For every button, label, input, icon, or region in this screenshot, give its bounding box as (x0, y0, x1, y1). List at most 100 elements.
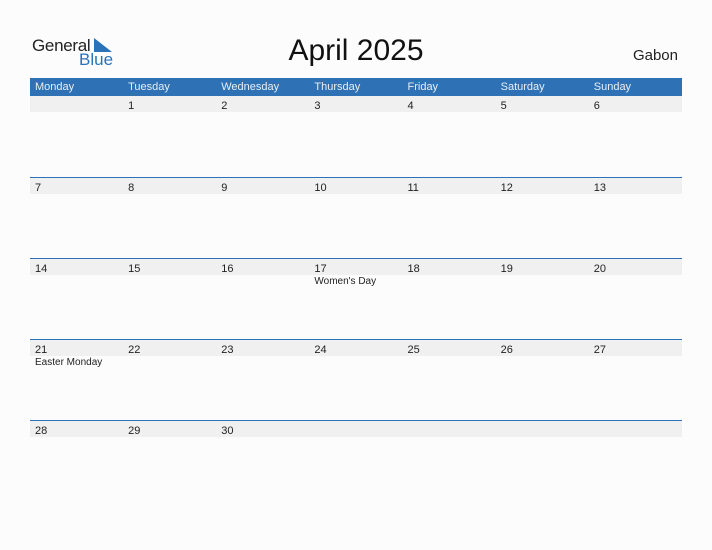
day-cell: 11 (403, 178, 496, 194)
country-label: Gabon (632, 47, 678, 64)
holiday-label (403, 356, 496, 370)
calendar-grid: Monday Tuesday Wednesday Thursday Friday… (30, 78, 682, 501)
day-number: 4 (407, 100, 414, 112)
day-cell: 19 (496, 259, 589, 275)
day-cell: 3 (309, 96, 402, 112)
holiday-label (123, 275, 216, 289)
holiday-label: Easter Monday (35, 357, 103, 368)
holiday-label (216, 356, 309, 370)
day-number: 16 (221, 263, 234, 275)
holiday-label (496, 356, 589, 370)
day-number: 27 (593, 344, 606, 356)
day-number: 23 (221, 344, 234, 356)
day-cell: 29 (123, 421, 216, 437)
day-cell: 9 (216, 178, 309, 194)
holiday-label (30, 275, 123, 289)
day-cell: 14 (30, 259, 123, 275)
day-number: 21 (35, 344, 48, 356)
week-row: 21 22 23 24 25 26 27 Easter Monday (30, 339, 682, 420)
weekday-wednesday: Wednesday (221, 81, 280, 93)
day-cell: 25 (403, 340, 496, 356)
day-number: 10 (314, 182, 327, 194)
day-number: 9 (221, 182, 228, 194)
weekday-header: Monday Tuesday Wednesday Thursday Friday… (30, 78, 682, 96)
day-cell: 27 (589, 340, 682, 356)
holiday-label (216, 275, 309, 289)
day-number: 14 (35, 263, 48, 275)
day-number: 13 (593, 182, 606, 194)
day-number: 8 (128, 182, 135, 194)
date-band: 7 8 9 10 11 12 13 (30, 178, 682, 194)
day-number: 30 (221, 425, 234, 437)
day-cell (589, 421, 682, 437)
day-number: 15 (128, 263, 141, 275)
weekday-friday: Friday (407, 81, 439, 93)
weekday-monday: Monday (35, 81, 75, 93)
day-cell: 16 (216, 259, 309, 275)
holiday-label (309, 356, 402, 370)
day-number: 17 (314, 263, 327, 275)
day-cell: 26 (496, 340, 589, 356)
day-cell: 24 (309, 340, 402, 356)
day-cell: 15 (123, 259, 216, 275)
day-cell: 8 (123, 178, 216, 194)
day-cell: 23 (216, 340, 309, 356)
day-cell: 1 (123, 96, 216, 112)
day-cell: 18 (403, 259, 496, 275)
day-number: 5 (500, 100, 507, 112)
holiday-label (496, 275, 589, 289)
day-number: 22 (128, 344, 141, 356)
day-number: 19 (500, 263, 513, 275)
day-number: 12 (500, 182, 513, 194)
day-cell: 10 (309, 178, 402, 194)
day-cell: 30 (216, 421, 309, 437)
date-band: 21 22 23 24 25 26 27 (30, 340, 682, 356)
page-title: April 2025 (288, 34, 424, 67)
holiday-label (589, 275, 682, 289)
day-cell (30, 96, 123, 112)
day-cell: 5 (496, 96, 589, 112)
day-number: 18 (407, 263, 420, 275)
week-row: 7 8 9 10 11 12 13 (30, 177, 682, 258)
day-number: 1 (128, 100, 135, 112)
holiday-label: Women's Day (314, 276, 377, 287)
day-number: 7 (35, 182, 42, 194)
day-cell: 2 (216, 96, 309, 112)
holiday-label (589, 356, 682, 370)
day-cell: 17 (309, 259, 402, 275)
day-cell: 21 (30, 340, 123, 356)
weekday-sunday: Sunday (593, 81, 632, 93)
day-number: 2 (221, 100, 228, 112)
day-cell: 22 (123, 340, 216, 356)
day-cell: 4 (403, 96, 496, 112)
holiday-label (123, 356, 216, 370)
day-number: 6 (593, 100, 600, 112)
day-number: 20 (593, 263, 606, 275)
holiday-label (403, 275, 496, 289)
date-band: 14 15 16 17 18 19 20 (30, 259, 682, 275)
event-row: Women's Day (30, 275, 682, 289)
day-number: 25 (407, 344, 420, 356)
day-cell (309, 421, 402, 437)
day-number: 11 (407, 182, 419, 194)
date-band: 28 29 30 (30, 421, 682, 437)
day-number: 29 (128, 425, 141, 437)
day-number: 24 (314, 344, 327, 356)
week-row: 28 29 30 (30, 420, 682, 501)
weekday-saturday: Saturday (500, 81, 545, 93)
week-row: 1 2 3 4 5 6 (30, 96, 682, 177)
date-band: 1 2 3 4 5 6 (30, 96, 682, 112)
day-cell: 12 (496, 178, 589, 194)
weekday-thursday: Thursday (314, 81, 361, 93)
day-cell: 28 (30, 421, 123, 437)
day-number: 3 (314, 100, 321, 112)
day-cell: 6 (589, 96, 682, 112)
day-cell: 20 (589, 259, 682, 275)
day-number: 26 (500, 344, 513, 356)
event-row: Easter Monday (30, 356, 682, 370)
day-number: 28 (35, 425, 48, 437)
day-cell: 7 (30, 178, 123, 194)
day-cell: 13 (589, 178, 682, 194)
weekday-tuesday: Tuesday (128, 81, 170, 93)
week-row: 14 15 16 17 18 19 20 Women's Day (30, 258, 682, 339)
